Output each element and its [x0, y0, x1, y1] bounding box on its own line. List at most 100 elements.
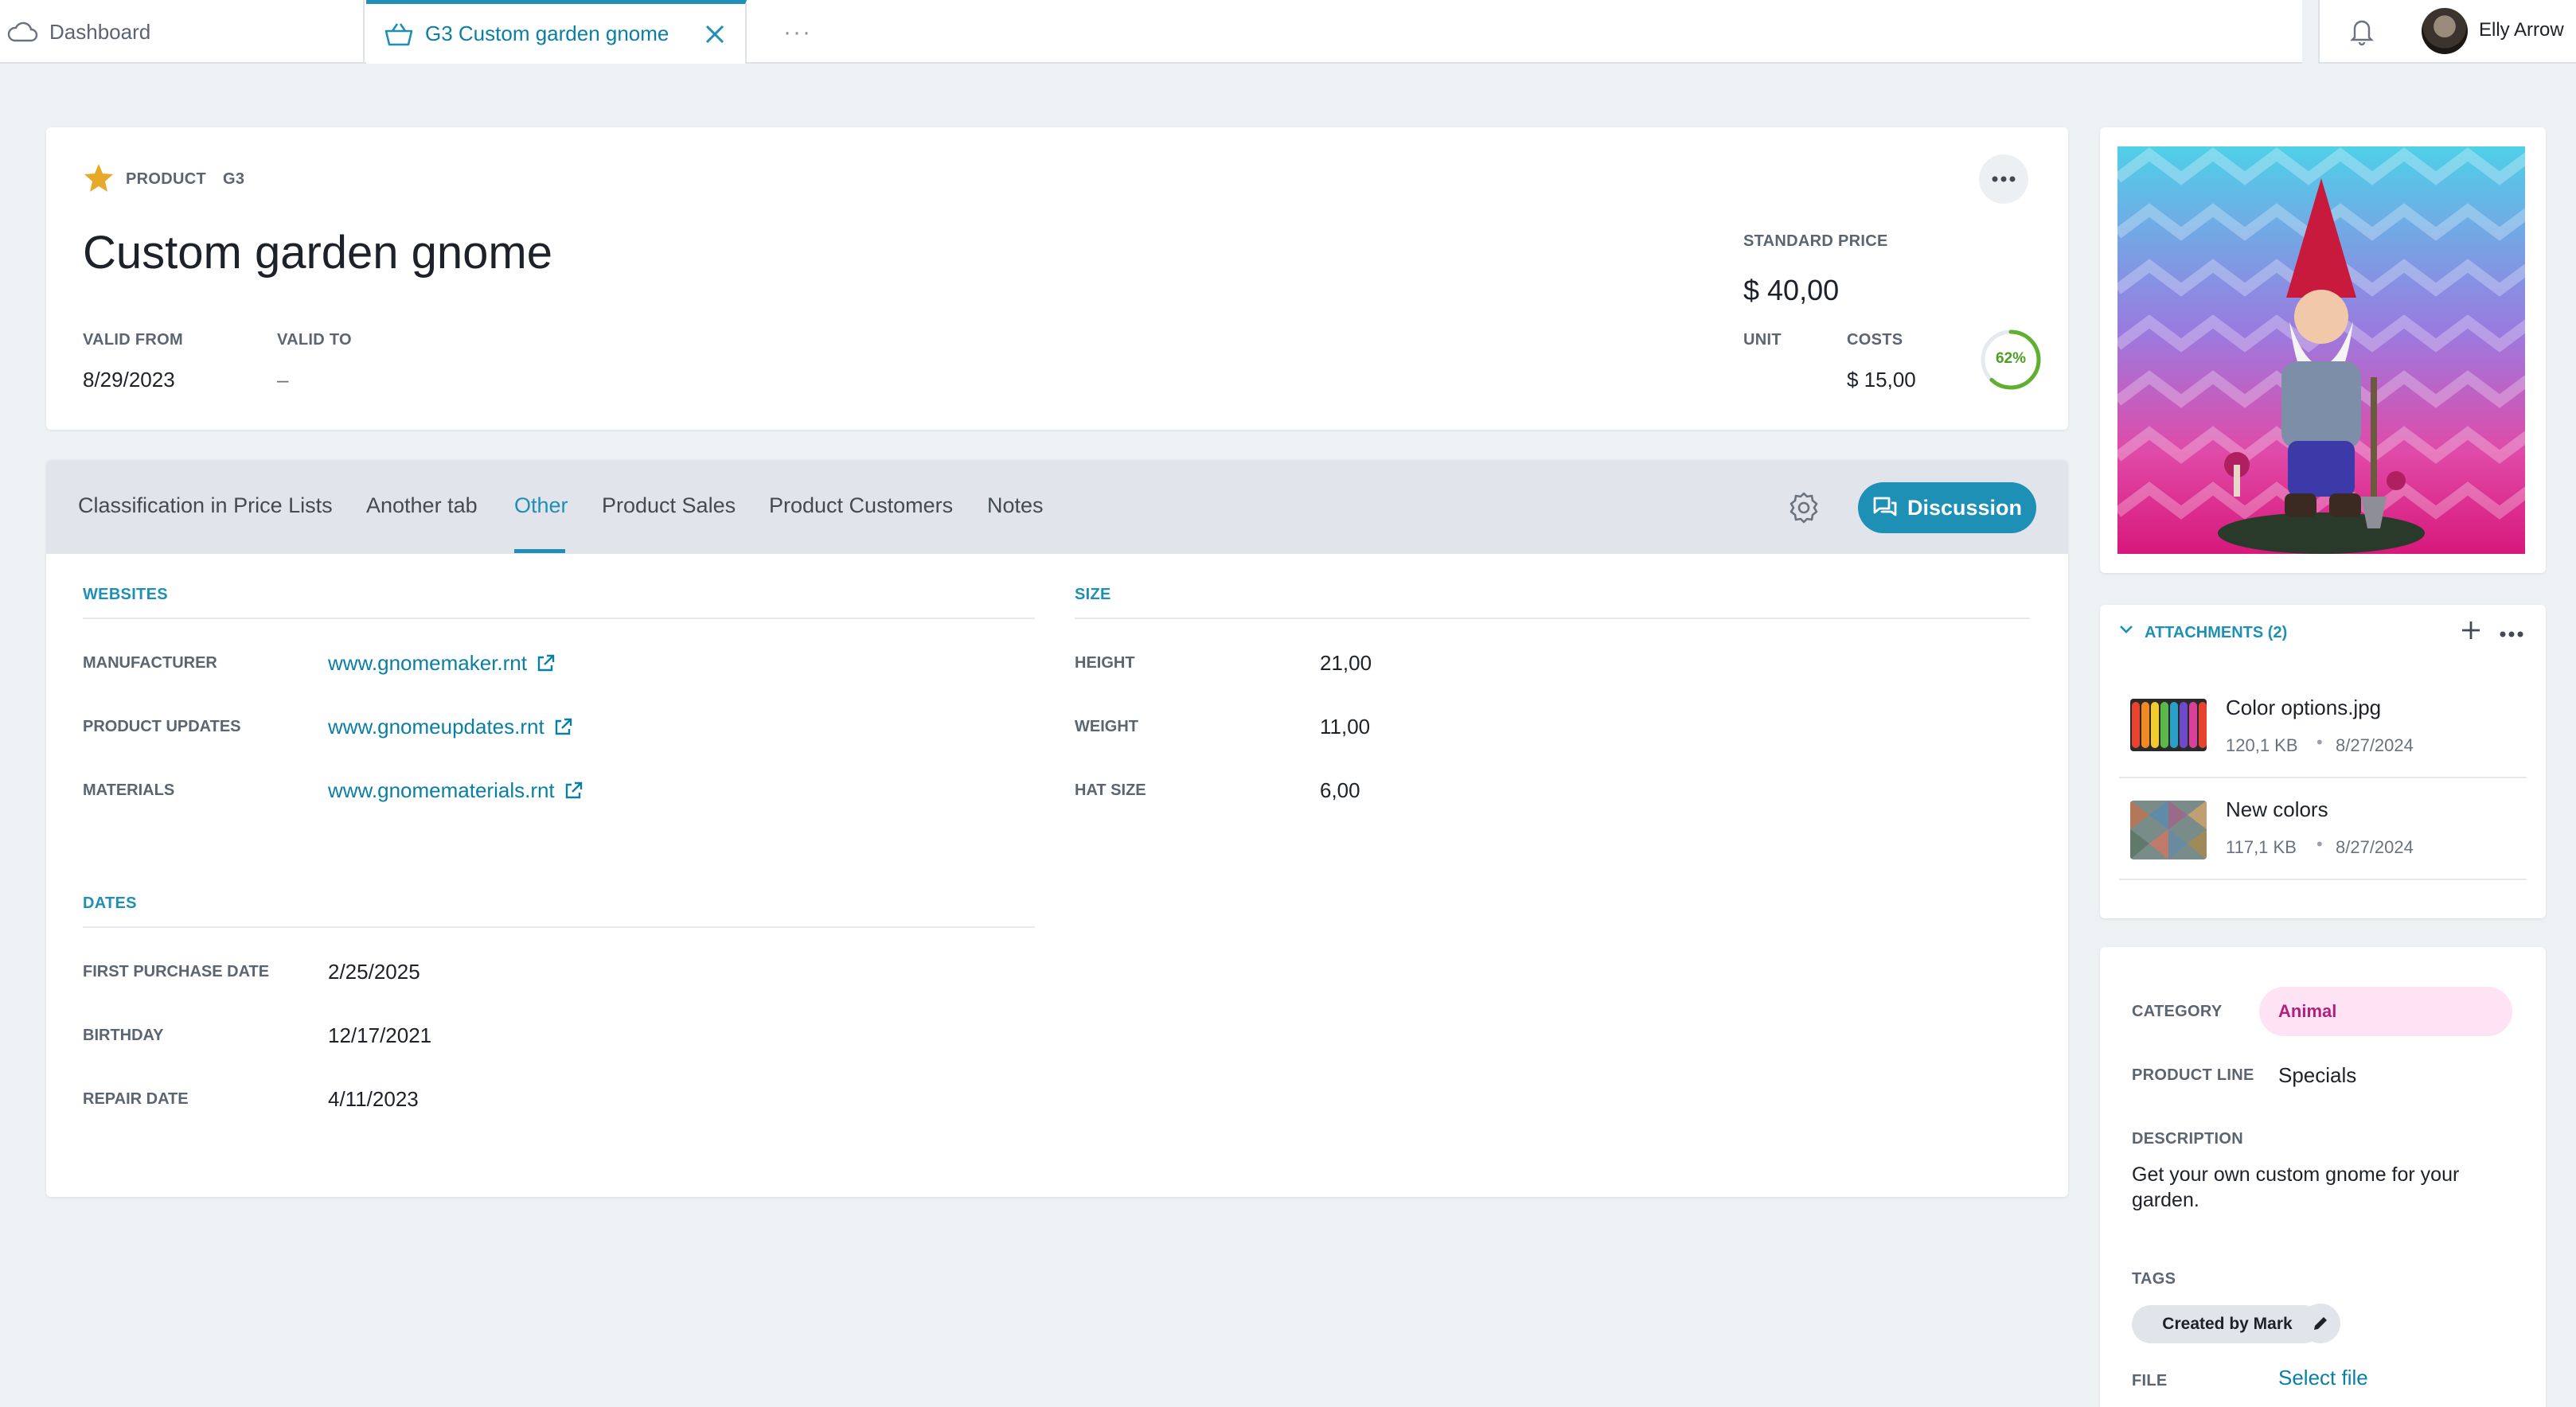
more-options-button[interactable] [1979, 154, 2028, 204]
manufacturer-link[interactable]: www.gnomemaker.rnt [328, 651, 556, 676]
user-name[interactable]: Elly Arrow [2479, 19, 2564, 41]
tab-product-customers[interactable]: Product Customers [769, 493, 953, 518]
attachment-name: New colors [2226, 797, 2328, 821]
product-type-label: PRODUCT [126, 170, 206, 188]
hat-size-value: 6,00 [1320, 778, 1360, 802]
file-label: FILE [2132, 1372, 2168, 1389]
select-file-link[interactable]: Select file [2278, 1366, 2368, 1390]
tab-bar: Dashboard G3 Custom garden gnome ··· [0, 0, 2302, 64]
edit-tags-button[interactable] [2301, 1304, 2340, 1343]
settings-icon[interactable] [1786, 490, 1821, 529]
product-image[interactable] [2117, 146, 2525, 554]
more-tabs-icon[interactable]: ··· [783, 19, 812, 46]
first-purchase-date-label: FIRST PURCHASE DATE [83, 963, 270, 980]
standard-price-label: STANDARD PRICE [1743, 232, 1888, 250]
tab-product-sales[interactable]: Product Sales [602, 493, 736, 518]
add-icon[interactable] [2460, 619, 2482, 645]
description-value[interactable]: Get your own custom gnome for your garde… [2132, 1162, 2514, 1213]
chat-icon [1873, 497, 1897, 516]
first-purchase-date-value: 2/25/2025 [328, 960, 420, 984]
product-image-card [2100, 127, 2546, 573]
dates-section-title: DATES [83, 894, 137, 912]
discussion-button[interactable]: Discussion [1858, 482, 2036, 533]
attachment-item[interactable]: New colors 117,1 KB • 8/27/2024 [2119, 780, 2527, 880]
valid-from-label: VALID FROM [83, 331, 183, 349]
margin-percent: 62% [1995, 350, 2027, 367]
valid-to-value: – [277, 368, 289, 392]
tab-dashboard-label: Dashboard [49, 19, 151, 44]
divider [83, 618, 1035, 619]
separator-dot: • [2316, 732, 2323, 752]
category-badge[interactable]: Animal [2259, 987, 2512, 1036]
tab-notes[interactable]: Notes [987, 493, 1044, 518]
weight-label: WEIGHT [1075, 718, 1138, 735]
basket-icon [384, 21, 414, 47]
chevron-down-icon[interactable] [2119, 624, 2133, 639]
attachment-size: 120,1 KB [2226, 735, 2298, 755]
active-tab-indicator [514, 549, 565, 553]
standard-price-value: $ 40,00 [1743, 274, 1840, 306]
attachments-card: ATTACHMENTS (2) Color options.jpg 120,1 … [2100, 605, 2546, 918]
bell-icon[interactable] [2348, 16, 2375, 50]
attachment-size: 117,1 KB [2226, 837, 2297, 857]
product-updates-url: www.gnomeupdates.rnt [328, 715, 544, 739]
height-value: 21,00 [1320, 651, 1372, 675]
hat-size-label: HAT SIZE [1075, 781, 1146, 799]
pencil-icon [2314, 1317, 2327, 1330]
websites-section-title: WEBSITES [83, 586, 168, 603]
materials-url: www.gnomematerials.rnt [328, 778, 555, 802]
divider [83, 926, 1035, 928]
tag-label: Created by Mark [2162, 1315, 2293, 1333]
attachment-thumbnail [2130, 699, 2207, 751]
product-code: G3 [223, 170, 245, 188]
separator-dot: • [2316, 834, 2323, 854]
tag-chip[interactable]: Created by Mark [2132, 1305, 2323, 1343]
product-line-value[interactable]: Specials [2278, 1063, 2356, 1088]
avatar[interactable] [2422, 8, 2468, 54]
close-icon[interactable] [702, 21, 728, 53]
external-link-icon [555, 718, 572, 735]
tab-another[interactable]: Another tab [366, 493, 478, 518]
cloud-icon [6, 21, 38, 43]
materials-label: MATERIALS [83, 781, 175, 799]
tab-product-label: G3 Custom garden gnome [425, 21, 669, 45]
tabs-strip: Classification in Price Lists Another ta… [46, 460, 2068, 554]
birthday-value: 12/17/2021 [328, 1023, 432, 1047]
costs-value: $ 15,00 [1847, 368, 1916, 392]
user-bar: Elly Arrow [2318, 0, 2576, 64]
category-value: Animal [2278, 1001, 2337, 1021]
valid-to-label: VALID TO [277, 331, 352, 349]
attachment-date: 8/27/2024 [2336, 735, 2414, 755]
height-label: HEIGHT [1075, 654, 1135, 672]
more-icon[interactable] [2500, 627, 2523, 641]
margin-progress-ring: 62% [1979, 328, 2043, 392]
tab-classification[interactable]: Classification in Price Lists [78, 493, 333, 518]
attachments-title[interactable]: ATTACHMENTS (2) [2145, 624, 2287, 642]
tab-other[interactable]: Other [514, 493, 568, 518]
birthday-label: BIRTHDAY [83, 1027, 164, 1044]
tab-dashboard[interactable]: Dashboard [0, 0, 365, 64]
details-card: Classification in Price Lists Another ta… [46, 460, 2068, 1197]
attachment-thumbnail [2130, 801, 2207, 859]
tab-product[interactable]: G3 Custom garden gnome [366, 0, 747, 64]
costs-label: COSTS [1847, 331, 1903, 349]
description-label: DESCRIPTION [2132, 1130, 2243, 1148]
product-updates-label: PRODUCT UPDATES [83, 718, 241, 735]
manufacturer-label: MANUFACTURER [83, 654, 217, 672]
repair-date-label: REPAIR DATE [83, 1090, 189, 1108]
divider [1075, 618, 2030, 619]
product-updates-link[interactable]: www.gnomeupdates.rnt [328, 715, 573, 739]
attachment-date: 8/27/2024 [2336, 837, 2414, 857]
discussion-label: Discussion [1907, 495, 2023, 520]
star-icon[interactable] [83, 162, 115, 198]
unit-label: UNIT [1743, 331, 1782, 349]
tags-label: TAGS [2132, 1270, 2176, 1288]
external-link-icon [537, 654, 555, 671]
materials-link[interactable]: www.gnomematerials.rnt [328, 778, 584, 803]
weight-value: 11,00 [1320, 715, 1371, 739]
attachment-item[interactable]: Color options.jpg 120,1 KB • 8/27/2024 [2119, 678, 2527, 778]
size-section-title: SIZE [1075, 586, 1111, 603]
page-title: Custom garden gnome [83, 227, 552, 279]
repair-date-value: 4/11/2023 [328, 1087, 419, 1111]
more-icon [1992, 176, 2016, 182]
